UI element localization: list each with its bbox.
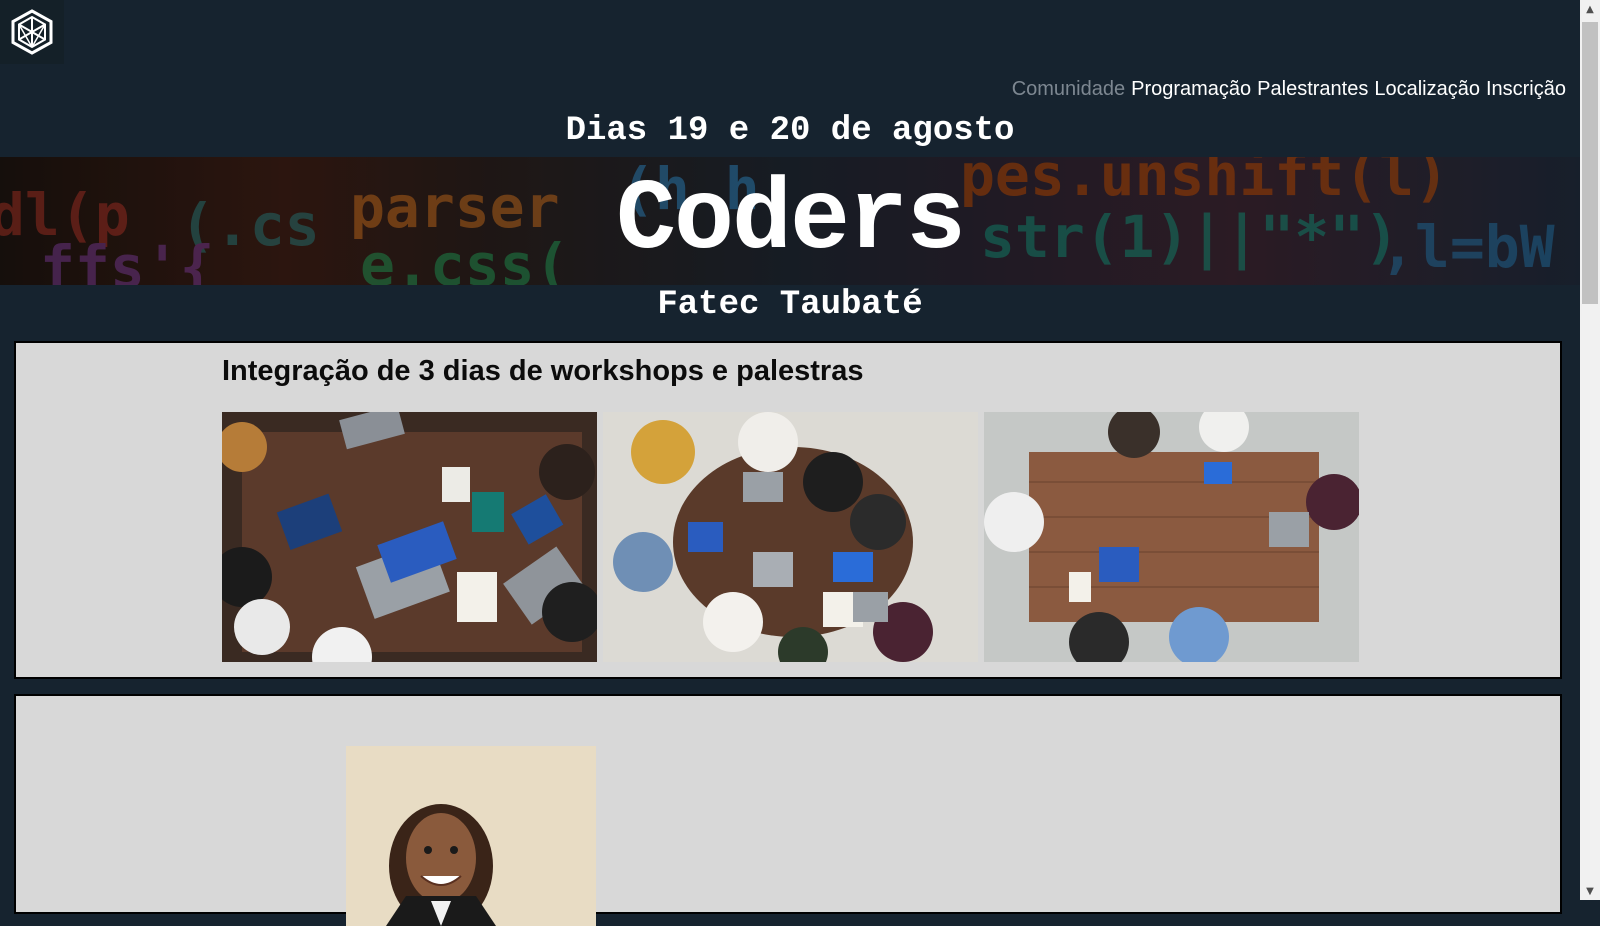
nav-link-comunidade[interactable]: Comunidade	[1012, 78, 1125, 101]
hex-cube-logo-icon	[11, 9, 53, 55]
scroll-up-icon[interactable]: ▲	[1580, 0, 1600, 18]
workshops-heading: Integração de 3 dias de workshops e pale…	[222, 355, 864, 387]
team-meeting-photo-1	[222, 412, 597, 662]
scroll-down-icon[interactable]: ▼	[1580, 882, 1600, 900]
team-meeting-photo-3	[984, 412, 1359, 662]
workshops-section: Integração de 3 dias de workshops e pale…	[14, 341, 1562, 679]
event-dates: Dias 19 e 20 de agosto	[565, 112, 1015, 150]
scroll-thumb[interactable]	[1582, 22, 1598, 304]
nav-link-programacao[interactable]: Programação	[1131, 78, 1251, 101]
speakers-section	[14, 694, 1562, 926]
nav-link-localizacao[interactable]: Localização	[1374, 78, 1480, 101]
nav-link-palestrantes[interactable]: Palestrantes	[1257, 78, 1368, 101]
site-logo[interactable]	[0, 0, 64, 64]
team-meeting-photo-2	[603, 412, 978, 662]
hero-banner: dl(p (.cs parser (h h pes.unshift(l) str…	[0, 157, 1580, 285]
hero-title: Coders	[615, 164, 966, 278]
speaker-portrait-photo	[346, 746, 596, 926]
main-nav: Comunidade Programação Palestrantes Loca…	[1012, 78, 1566, 101]
event-location: Fatec Taubaté	[657, 286, 923, 324]
page-scrollbar[interactable]: ▲ ▼	[1580, 0, 1600, 900]
nav-link-inscricao[interactable]: Inscrição	[1486, 78, 1566, 101]
